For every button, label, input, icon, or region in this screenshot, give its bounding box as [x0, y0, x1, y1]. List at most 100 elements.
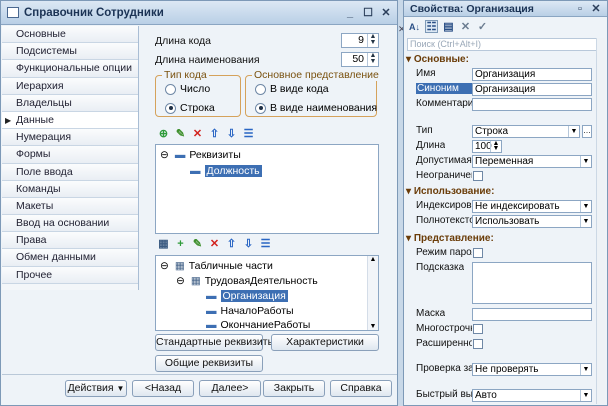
name-length-field[interactable]: 50 ▲ ▼	[341, 52, 379, 67]
spin-icon[interactable]: ▲ ▼	[367, 33, 378, 47]
next-button[interactable]: Далее>	[199, 380, 261, 397]
chevron-down-icon: ▼	[580, 216, 591, 227]
delete-icon[interactable]: ✕	[208, 237, 221, 250]
section-usage[interactable]: ▾ Использование:	[406, 186, 494, 197]
tree-node-tabular-sections[interactable]: ⊖ ▦ Табличные части	[160, 260, 273, 272]
sidebar-item[interactable]: Данные	[2, 111, 138, 130]
chevron-down-icon: ▼	[580, 364, 591, 375]
section-basic[interactable]: ▾ Основные:	[406, 54, 469, 65]
quick-choice-select[interactable]: Авто ▼	[472, 389, 592, 402]
add-icon[interactable]: ⊕	[157, 127, 170, 140]
table-icon[interactable]: ▦	[157, 237, 170, 250]
section-representation[interactable]: ▾ Представление:	[406, 233, 494, 244]
name-input[interactable]: Организация	[472, 68, 592, 81]
check-icon[interactable]: ✓	[476, 20, 489, 33]
categories-icon[interactable]: ☷	[425, 20, 438, 33]
move-up-icon[interactable]: ⇧	[208, 127, 221, 140]
vertical-scrollbar[interactable]	[596, 38, 605, 404]
vertical-scrollbar[interactable]: ▲ ▼	[367, 256, 378, 330]
attributes-tree[interactable]: ⊖ ▬ Реквизиты ▬ Должность	[155, 144, 379, 234]
fulltext-select[interactable]: Использовать ▼	[472, 215, 592, 228]
spin-icon[interactable]: ▲ ▼	[367, 52, 378, 66]
tooltip-input[interactable]	[472, 262, 592, 304]
password-mode-checkbox[interactable]	[473, 248, 483, 258]
extended-edit-checkbox[interactable]	[473, 339, 483, 349]
tree-node-organization[interactable]: ▬ Организация	[206, 290, 288, 302]
comment-input[interactable]	[472, 98, 592, 111]
sidebar-item[interactable]: Функциональные опции	[2, 60, 138, 78]
close-button[interactable]: Закрыть	[263, 380, 325, 397]
minimize-icon[interactable]: _	[343, 6, 357, 20]
index-select[interactable]: Не индексировать ▼	[472, 200, 592, 213]
sidebar-item[interactable]: Команды	[2, 180, 138, 198]
collapse-icon: ▾	[406, 233, 412, 244]
code-type-string-radio[interactable]: Строка	[165, 102, 215, 114]
pin-icon[interactable]: ▫	[573, 2, 587, 16]
type-select[interactable]: Строка ▼	[472, 125, 580, 138]
chevron-down-icon: ▼	[580, 156, 591, 167]
sidebar-item[interactable]: Поле ввода	[2, 163, 138, 181]
code-length-field[interactable]: 9 ▲ ▼	[341, 33, 379, 48]
sort-alpha-icon[interactable]: A↓	[408, 20, 421, 33]
properties-titlebar[interactable]: Свойства: Организация ▫ ✕	[404, 1, 607, 17]
sort-icon[interactable]: ☰	[242, 127, 255, 140]
tree-node-end-work[interactable]: ▬ ОкончаниеРаботы	[206, 319, 310, 331]
fill-check-select[interactable]: Не проверять ▼	[472, 363, 592, 376]
more-icon[interactable]: …	[582, 125, 592, 138]
sidebar-item[interactable]: Подсистемы	[2, 43, 138, 61]
move-down-icon[interactable]: ⇩	[242, 237, 255, 250]
collapse-icon: ▾	[406, 186, 412, 197]
help-button[interactable]: Справка	[330, 380, 392, 397]
tree-node-position[interactable]: ▬ Должность	[190, 165, 262, 177]
sidebar-item[interactable]: Прочее	[2, 266, 138, 284]
sidebar-item[interactable]: Формы	[2, 146, 138, 164]
maximize-icon[interactable]: ☐	[361, 6, 375, 20]
move-up-icon[interactable]: ⇧	[225, 237, 238, 250]
back-button[interactable]: <Назад	[132, 380, 194, 397]
prop-unlimited: Неограничен	[404, 170, 594, 184]
delete-icon[interactable]: ✕	[191, 127, 204, 140]
sidebar-item[interactable]: Макеты	[2, 197, 138, 216]
edit-icon[interactable]: ✎	[174, 127, 187, 140]
clear-icon[interactable]: ✕	[459, 20, 472, 33]
tree-node-attributes[interactable]: ⊖ ▬ Реквизиты	[160, 149, 241, 161]
actions-button[interactable]: Действия ▼	[65, 380, 127, 397]
filter-icon[interactable]: ▤	[442, 20, 455, 33]
multiline-checkbox[interactable]	[473, 324, 483, 334]
close-icon[interactable]: ✕	[379, 6, 393, 20]
prop-index: Индексировать Не индексировать▼	[404, 200, 594, 214]
tree-node-start-work[interactable]: ▬ НачалоРаботы	[206, 305, 294, 317]
sidebar-item[interactable]: Иерархия	[2, 77, 138, 95]
code-type-number-radio[interactable]: Число	[165, 83, 210, 95]
sidebar-item[interactable]: Основные	[2, 26, 138, 44]
prop-quick-choice: Быстрый выб Авто▼	[404, 389, 594, 403]
characteristics-button[interactable]: Характеристики	[271, 334, 379, 351]
sidebar-item[interactable]: Права	[2, 232, 138, 250]
move-down-icon[interactable]: ⇩	[225, 127, 238, 140]
sidebar-item[interactable]: Нумерация	[2, 129, 138, 147]
common-attributes-button[interactable]: Общие реквизиты	[155, 355, 263, 372]
tabular-sections-tree[interactable]: ⊖ ▦ Табличные части ⊖ ▦ ТрудоваяДеятельность…	[155, 255, 379, 331]
tree-node-work-history[interactable]: ⊖ ▦ ТрудоваяДеятельность	[176, 275, 318, 287]
standard-attributes-button[interactable]: Стандартные реквизиты	[155, 334, 275, 351]
sort-icon[interactable]: ☰	[259, 237, 272, 250]
allowed-length-select[interactable]: Переменная ▼	[472, 155, 592, 168]
sidebar-item[interactable]: Владельцы	[2, 94, 138, 112]
repr-as-name-radio[interactable]: В виде наименования	[255, 102, 377, 114]
repr-as-code-radio[interactable]: В виде кода	[255, 83, 329, 95]
sidebar: Основные Подсистемы Функциональные опции Ие…	[2, 26, 139, 290]
synonym-input[interactable]: Организация	[472, 83, 592, 96]
prop-extended-edit: Расширенное	[404, 338, 594, 352]
sidebar-item[interactable]: Ввод на основании	[2, 215, 138, 233]
unlimited-checkbox[interactable]	[473, 171, 483, 181]
mask-input[interactable]	[472, 308, 592, 321]
length-input[interactable]: 100 ▲ ▼	[472, 140, 502, 153]
name-length-label: Длина наименования	[155, 54, 260, 66]
add-icon[interactable]: +	[174, 237, 187, 250]
close-icon[interactable]: ✕	[589, 2, 603, 16]
sidebar-item[interactable]: Обмен данными	[2, 249, 138, 267]
catalog-editor-titlebar[interactable]: Справочник Сотрудники _ ☐ ✕	[1, 1, 397, 25]
edit-icon[interactable]: ✎	[191, 237, 204, 250]
search-input[interactable]: Поиск (Ctrl+Alt+I)	[407, 38, 597, 51]
prop-fill-check: Проверка зап Не проверять▼	[404, 363, 594, 377]
